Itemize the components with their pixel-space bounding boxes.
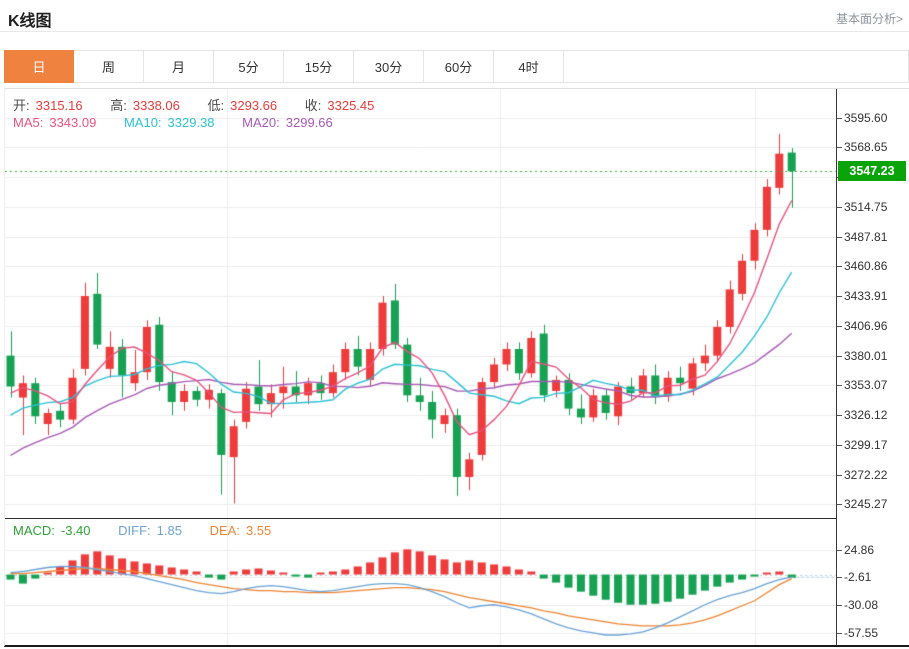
ma10-label: MA10: <box>124 115 162 130</box>
close-label: 收: <box>305 98 322 113</box>
macd-panel[interactable]: MACD: -3.40 DIFF: 1.85 DEA: 3.55 <box>5 518 836 645</box>
price-tick-label: 3380.01 <box>844 349 887 363</box>
chart-frame: 开:3315.16 高:3338.06 低:3293.66 收:3325.45 … <box>4 88 909 647</box>
tab-day[interactable]: 日 <box>4 50 74 83</box>
ma10-value: 3329.38 <box>168 115 215 130</box>
tab-filler <box>564 50 909 83</box>
price-tick-label: 3595.60 <box>844 111 887 125</box>
candlestick-panel[interactable]: 开:3315.16 高:3338.06 低:3293.66 收:3325.45 … <box>5 89 836 518</box>
price-tick-label: 3353.07 <box>844 378 887 392</box>
macd-tick-label: -2.61 <box>844 570 871 584</box>
price-tick-label: 3568.65 <box>844 140 887 154</box>
fundamental-analysis-link[interactable]: 基本面分析> <box>836 10 903 27</box>
ohlc-legend: 开: 3315.16 高: 3338.06 低: 3293.66 收: 3325.45 <box>13 95 380 114</box>
price-tick-label: 3514.75 <box>844 200 887 214</box>
ma20-value: 3299.66 <box>286 115 333 130</box>
dea-value: 3.55 <box>246 523 271 538</box>
diff-value: 1.85 <box>157 523 182 538</box>
page-title: K线图 <box>8 7 52 31</box>
price-tick-label: 3245.27 <box>844 497 887 511</box>
price-tick-label: 3299.17 <box>844 438 887 452</box>
tab-30min[interactable]: 30分 <box>354 50 424 83</box>
macd-value: -3.40 <box>61 523 91 538</box>
macd-label: MACD: <box>13 523 55 538</box>
header-divider <box>0 31 909 32</box>
price-tick-label: 3487.81 <box>844 230 887 244</box>
macd-legend: MACD: -3.40 DIFF: 1.85 DEA: 3.55 <box>13 523 277 538</box>
price-tick-label: 3433.91 <box>844 289 887 303</box>
tab-week[interactable]: 周 <box>74 50 144 83</box>
tab-15min[interactable]: 15分 <box>284 50 354 83</box>
macd-tick-label: -57.55 <box>844 626 878 640</box>
price-tick-label: 3406.96 <box>844 319 887 333</box>
tab-4hour[interactable]: 4时 <box>494 50 564 83</box>
open-label: 开: <box>13 98 30 113</box>
dea-label: DEA: <box>210 523 240 538</box>
ma-legend: MA5: 3343.09 MA10: 3329.38 MA20: 3299.66 <box>13 115 339 130</box>
low-value: 3293.66 <box>230 98 277 113</box>
high-value: 3338.06 <box>133 98 180 113</box>
low-label: 低: <box>208 98 225 113</box>
ma5-value: 3343.09 <box>49 115 96 130</box>
tab-month[interactable]: 月 <box>144 50 214 83</box>
candlestick-canvas[interactable] <box>5 89 836 518</box>
diff-label: DIFF: <box>118 523 151 538</box>
kline-widget: K线图 基本面分析> 日 周 月 5分 15分 30分 60分 4时 开: 331… <box>0 0 909 649</box>
price-tick-label: 3272.22 <box>844 468 887 482</box>
price-tick-label: 3326.12 <box>844 408 887 422</box>
tab-60min[interactable]: 60分 <box>424 50 494 83</box>
close-value: 3325.45 <box>327 98 374 113</box>
current-price-badge: 3547.23 <box>838 161 906 181</box>
price-axis: 3595.603568.653541.703514.753487.813460.… <box>836 89 909 645</box>
ma20-label: MA20: <box>242 115 280 130</box>
interval-tabs: 日 周 月 5分 15分 30分 60分 4时 <box>4 50 909 83</box>
price-tick-label: 3460.86 <box>844 259 887 273</box>
open-value: 3315.16 <box>36 98 83 113</box>
tab-5min[interactable]: 5分 <box>214 50 284 83</box>
macd-tick-label: -30.08 <box>844 598 878 612</box>
macd-tick-label: 24.86 <box>844 543 874 557</box>
ma5-label: MA5: <box>13 115 43 130</box>
high-label: 高: <box>110 98 127 113</box>
